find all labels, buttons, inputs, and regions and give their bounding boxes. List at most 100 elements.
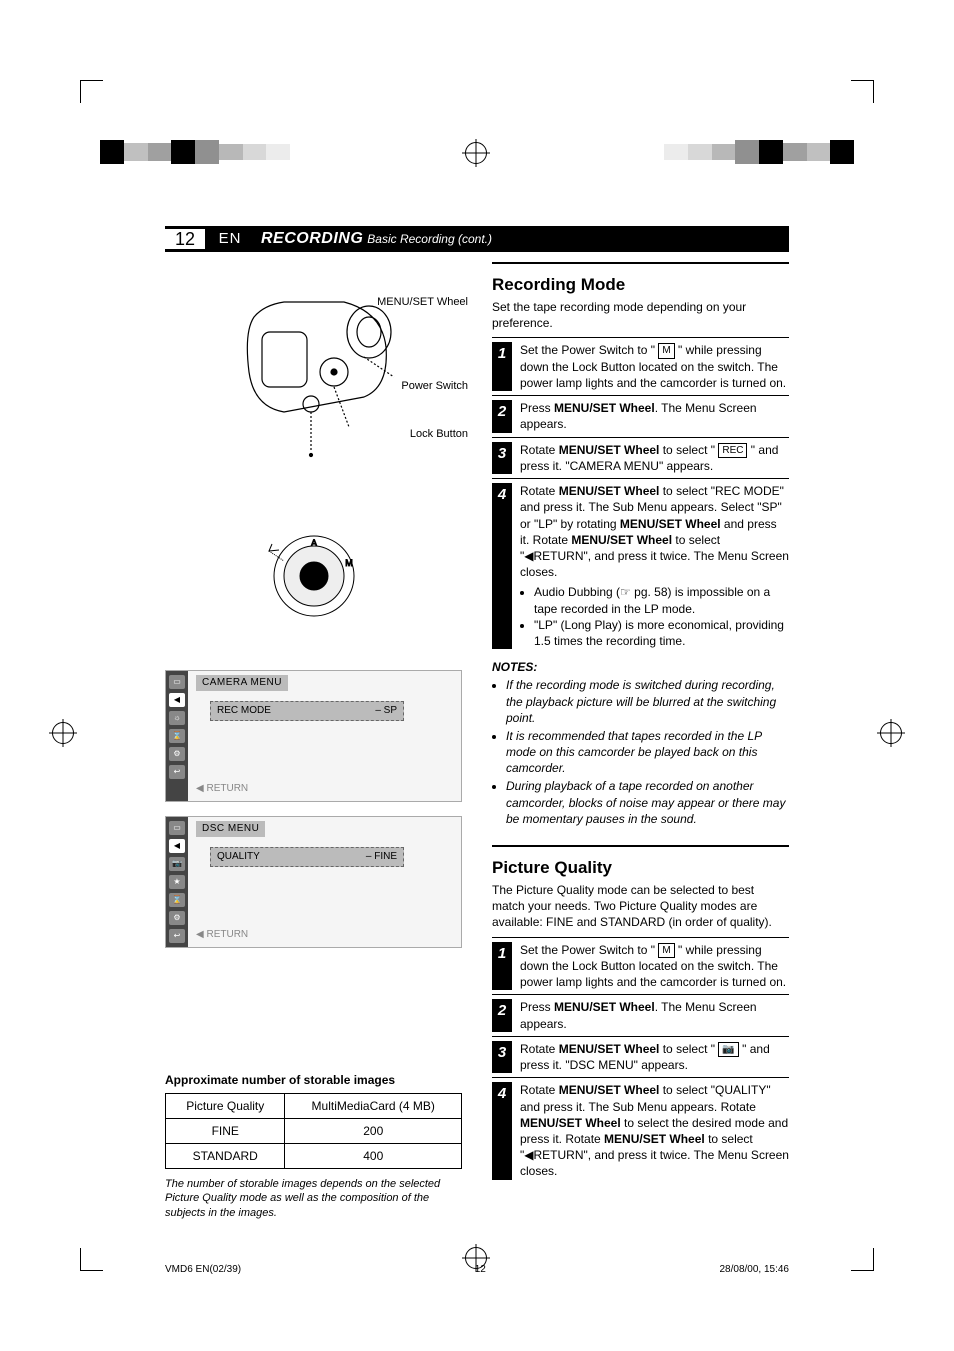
right-column: Recording Mode Set the tape recording mo… xyxy=(492,262,789,1231)
section-intro: The Picture Quality mode can be selected… xyxy=(492,882,789,931)
menu-sidebar: ▭ ◀ ☼ ⌛ ⚙ ↩ xyxy=(166,671,188,801)
table-row: FINE 200 xyxy=(166,1118,462,1143)
step-4: 4 Rotate MENU/SET Wheel to select "QUALI… xyxy=(492,1077,789,1183)
footer-filecode: VMD6 EN(02/39) xyxy=(165,1263,241,1277)
page-number: 12 xyxy=(165,226,205,252)
step-body: Press MENU/SET Wheel. The Menu Screen ap… xyxy=(520,400,789,432)
step-bullet: "LP" (Long Play) is more economical, pro… xyxy=(534,617,789,649)
menu-tab-icon: ↩ xyxy=(169,765,185,779)
control-name: MENU/SET Wheel xyxy=(554,401,655,415)
left-column: MENU/SET Wheel Power Switch Lock Button … xyxy=(165,262,462,1231)
storable-heading: Approximate number of storable images xyxy=(165,1072,462,1088)
chapter-subtitle: Basic Recording (cont.) xyxy=(363,226,492,252)
content-columns: MENU/SET Wheel Power Switch Lock Button … xyxy=(165,262,789,1231)
step-body: Rotate MENU/SET Wheel to select "QUALITY… xyxy=(520,1082,789,1179)
dsc-menu-screenshot: ▭ ◀ 📷 ★ ⌛ ⚙ ↩ DSC MENU QUALITY – FINE ◀ … xyxy=(165,816,462,948)
crop-mark-icon xyxy=(851,1248,874,1271)
step-1: 1 Set the Power Switch to " M " while pr… xyxy=(492,937,789,995)
step-4: 4 Rotate MENU/SET Wheel to select "REC M… xyxy=(492,478,789,653)
menu-tab-icon: ↩ xyxy=(169,929,185,943)
table-row: STANDARD 400 xyxy=(166,1143,462,1168)
note-item: It is recommended that tapes recorded in… xyxy=(506,728,789,777)
menu-row-quality: QUALITY – FINE xyxy=(210,847,404,867)
menu-tab-icon: ▭ xyxy=(169,821,185,835)
menu-row-label: REC MODE xyxy=(217,704,271,718)
page-header: 12 EN RECORDING Basic Recording (cont.) xyxy=(165,226,789,252)
control-name: MENU/SET Wheel xyxy=(559,1042,660,1056)
step-number: 2 xyxy=(492,999,512,1031)
step-3: 3 Rotate MENU/SET Wheel to select " REC … xyxy=(492,437,789,479)
menu-return-label: ◀ RETURN xyxy=(196,928,248,942)
menu-row-value: – SP xyxy=(375,704,397,718)
step-bullet: Audio Dubbing (☞ pg. 58) is impossible o… xyxy=(534,584,789,616)
menu-sidebar: ▭ ◀ 📷 ★ ⌛ ⚙ ↩ xyxy=(166,817,188,947)
section-title-rec-mode: Recording Mode xyxy=(492,274,789,297)
step-number: 3 xyxy=(492,1041,512,1074)
rec-icon: REC xyxy=(718,443,747,459)
storable-images-section: Approximate number of storable images Pi… xyxy=(165,1064,462,1231)
registration-mark-icon xyxy=(465,142,487,164)
step-number: 4 xyxy=(492,1082,512,1179)
mode-m-icon: M xyxy=(658,343,674,359)
step-1: 1 Set the Power Switch to " M " while pr… xyxy=(492,337,789,395)
menu-return-label: ◀ RETURN xyxy=(196,782,248,796)
notes-block: NOTES: If the recording mode is switched… xyxy=(492,659,789,827)
camera-menu-screenshot: ▭ ◀ ☼ ⌛ ⚙ ↩ CAMERA MENU REC MODE – SP ◀ … xyxy=(165,670,462,802)
chapter-title: RECORDING xyxy=(255,226,363,252)
step-2: 2 Press MENU/SET Wheel. The Menu Screen … xyxy=(492,994,789,1035)
notes-heading: NOTES: xyxy=(492,659,789,675)
menu-tab-icon: ⚙ xyxy=(169,747,185,761)
page: 12 EN RECORDING Basic Recording (cont.) xyxy=(0,0,954,1351)
printer-color-strip-icon xyxy=(664,140,854,164)
menu-tab-icon: ⌛ xyxy=(169,893,185,907)
table-header: MultiMediaCard (4 MB) xyxy=(285,1093,462,1118)
menu-row-label: QUALITY xyxy=(217,850,260,864)
control-name: MENU/SET Wheel xyxy=(559,443,660,457)
camera-icon: 📷 xyxy=(718,1042,738,1058)
label-lock-button: Lock Button xyxy=(410,428,468,441)
menu-tab-icon: ⌛ xyxy=(169,729,185,743)
camcorder-illustration: MENU/SET Wheel Power Switch Lock Button xyxy=(165,262,462,482)
svg-text:A: A xyxy=(310,538,316,548)
table-cell: 400 xyxy=(285,1143,462,1168)
table-cell: 200 xyxy=(285,1118,462,1143)
step-number: 4 xyxy=(492,483,512,649)
menu-tab-icon: ⚙ xyxy=(169,911,185,925)
step-number: 1 xyxy=(492,342,512,391)
crop-mark-icon xyxy=(80,80,103,103)
step-3: 3 Rotate MENU/SET Wheel to select " 📷 " … xyxy=(492,1036,789,1078)
dial-icon: A M xyxy=(254,526,374,626)
menu-tab-icon: ◀ xyxy=(169,839,185,853)
svg-text:M: M xyxy=(345,558,353,568)
printer-color-strip-icon xyxy=(100,140,290,164)
label-power-switch: Power Switch xyxy=(401,380,468,393)
table-header: Picture Quality xyxy=(166,1093,285,1118)
registration-mark-icon xyxy=(880,722,902,744)
menu-tab-icon: ★ xyxy=(169,875,185,889)
menu-row-value: – FINE xyxy=(366,850,397,864)
menu-tab-icon: ☼ xyxy=(169,711,185,725)
menu-tab-icon: 📷 xyxy=(169,857,185,871)
page-footer: VMD6 EN(02/39) 12 28/08/00, 15:46 xyxy=(165,1263,789,1277)
step-number: 2 xyxy=(492,400,512,432)
registration-mark-icon xyxy=(52,722,74,744)
step-number: 1 xyxy=(492,942,512,991)
page-lang: EN xyxy=(205,226,255,252)
section-intro: Set the tape recording mode depending on… xyxy=(492,299,789,331)
step-number: 3 xyxy=(492,442,512,475)
step-body: Set the Power Switch to " M " while pres… xyxy=(520,942,789,991)
footer-page: 12 xyxy=(475,1263,486,1277)
note-item: If the recording mode is switched during… xyxy=(506,677,789,726)
control-name: MENU/SET Wheel xyxy=(554,1000,655,1014)
step-2: 2 Press MENU/SET Wheel. The Menu Screen … xyxy=(492,395,789,436)
menu-tab-icon: ▭ xyxy=(169,675,185,689)
footer-datetime: 28/08/00, 15:46 xyxy=(719,1263,789,1277)
table-cell: FINE xyxy=(166,1118,285,1143)
crop-mark-icon xyxy=(80,1248,103,1271)
storable-table: Picture Quality MultiMediaCard (4 MB) FI… xyxy=(165,1093,462,1170)
step-body: Press MENU/SET Wheel. The Menu Screen ap… xyxy=(520,999,789,1031)
label-menu-set-wheel: MENU/SET Wheel xyxy=(377,296,468,309)
section-title-pic-quality: Picture Quality xyxy=(492,857,789,880)
menu-tab-icon: ◀ xyxy=(169,693,185,707)
mode-m-icon: M xyxy=(658,943,674,959)
